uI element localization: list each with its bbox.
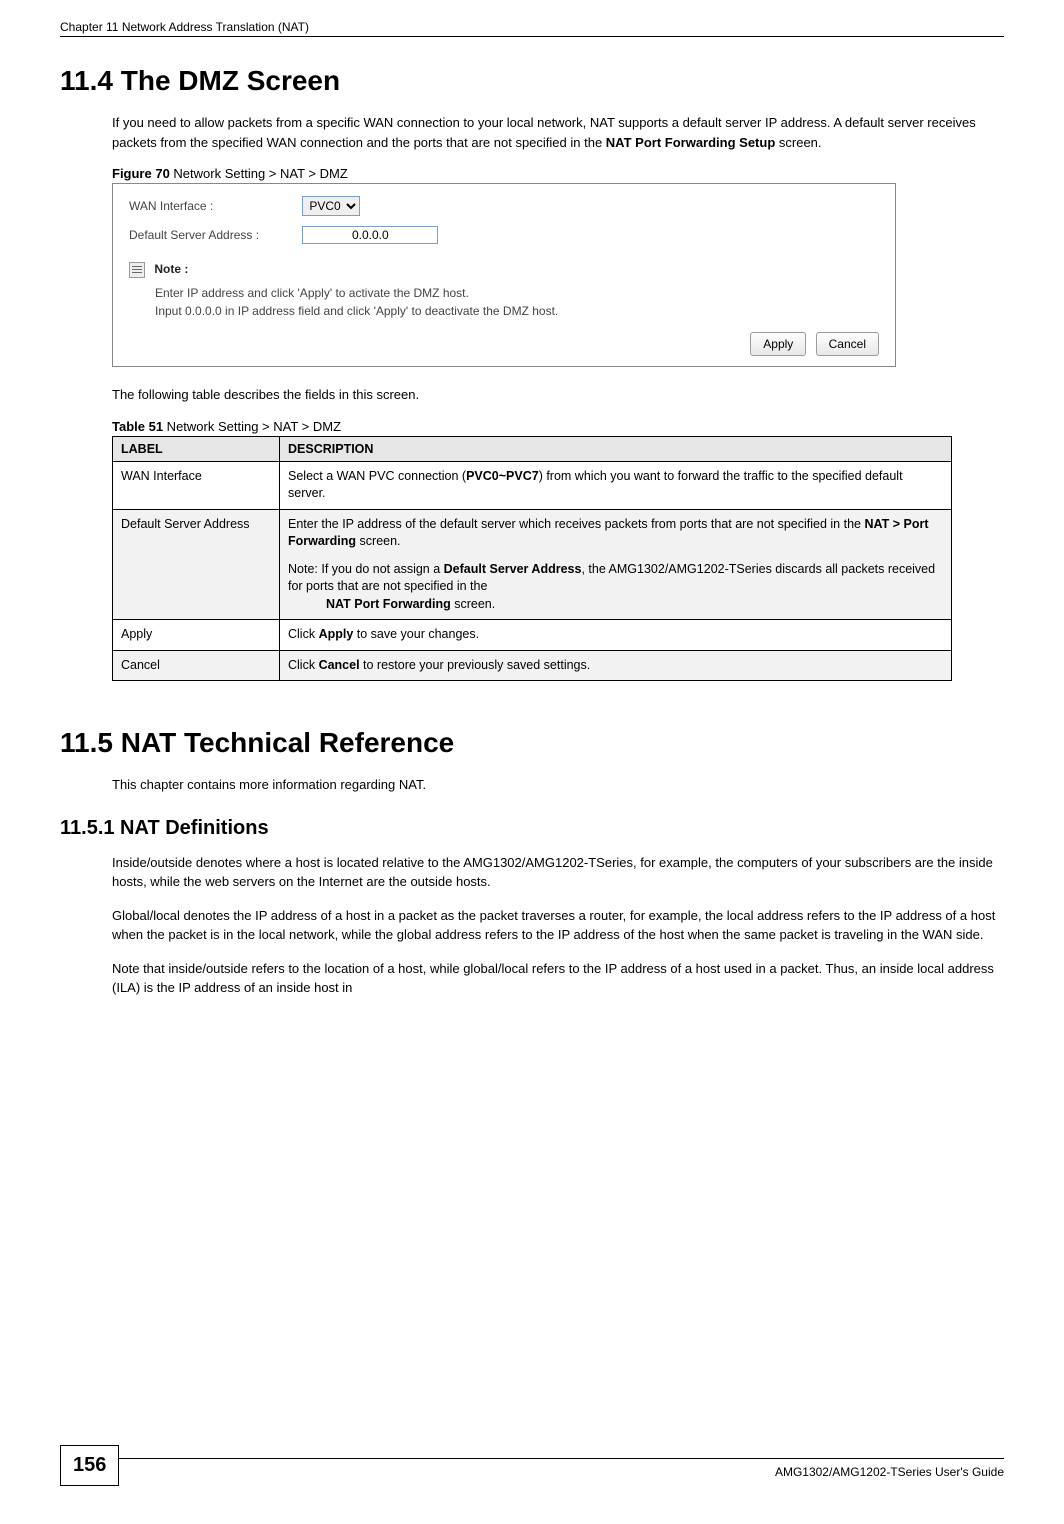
intro-text-bold: NAT Port Forwarding Setup [606,135,775,150]
desc-after: to save your changes. [353,627,479,641]
wan-interface-label: WAN Interface : [129,199,299,213]
footer-guide-title: AMG1302/AMG1202-TSeries User's Guide [775,1463,1004,1479]
th-description: DESCRIPTION [280,436,952,461]
wan-interface-select[interactable]: PVC0 [302,196,360,216]
table-caption-text: Network Setting > NAT > DMZ [163,419,341,434]
cell-label: Apply [113,620,280,651]
default-server-row: Default Server Address : [129,226,879,244]
figure-70-caption: Figure 70 Network Setting > NAT > DMZ [112,166,1004,181]
note-title: Note : [154,262,188,276]
table-row: Apply Click Apply to save your changes. [113,620,952,651]
note-bold1: Default Server Address [444,562,582,576]
note-icon [129,262,145,278]
cancel-button[interactable]: Cancel [816,332,879,356]
cell-note: Note: If you do not assign a Default Ser… [288,561,943,614]
table-row: WAN Interface Select a WAN PVC connectio… [113,461,952,509]
cell-description: Click Apply to save your changes. [280,620,952,651]
table-51-caption: Table 51 Network Setting > NAT > DMZ [112,419,1004,434]
desc-before: Click [288,658,319,672]
table-51: LABEL DESCRIPTION WAN Interface Select a… [112,436,952,682]
section-heading-115: 11.5 NAT Technical Reference [60,727,1004,759]
cell-label: WAN Interface [113,461,280,509]
note-line-1: Enter IP address and click 'Apply' to ac… [155,284,879,302]
note-header: Note : [129,262,879,278]
desc-before: Select a WAN PVC connection ( [288,469,466,483]
default-server-input[interactable] [302,226,438,244]
chapter-title: Chapter 11 Network Address Translation (… [60,20,309,34]
th-label: LABEL [113,436,280,461]
table-row: Cancel Click Cancel to restore your prev… [113,650,952,681]
figure-caption-text: Network Setting > NAT > DMZ [170,166,348,181]
section-114-intro: If you need to allow packets from a spec… [112,113,1004,152]
apply-button[interactable]: Apply [750,332,806,356]
desc-mid: screen. [356,534,400,548]
cell-label: Cancel [113,650,280,681]
note-body: Enter IP address and click 'Apply' to ac… [155,284,879,320]
desc-before: Click [288,627,319,641]
page-number: 156 [60,1445,119,1486]
desc-bold: Apply [319,627,354,641]
section-1151-p3: Note that inside/outside refers to the l… [112,959,1004,998]
cell-label: Default Server Address [113,509,280,620]
section-115-intro: This chapter contains more information r… [112,775,1004,795]
intro-text-before: If you need to allow packets from a spec… [112,115,976,150]
desc-bold: Cancel [319,658,360,672]
intro-text-after: screen. [775,135,821,150]
cell-description: Enter the IP address of the default serv… [280,509,952,620]
between-text: The following table describes the fields… [112,385,1004,405]
note-bold2: NAT Port Forwarding [326,597,451,611]
section-heading-114: 11.4 The DMZ Screen [60,65,1004,97]
note-end: screen. [451,597,495,611]
note-line-2: Input 0.0.0.0 in IP address field and cl… [155,302,879,320]
note-prefix: Note: If you do not assign a [288,562,444,576]
desc-bold: PVC0~PVC7 [466,469,539,483]
default-server-label: Default Server Address : [129,228,299,242]
cell-description: Select a WAN PVC connection (PVC0~PVC7) … [280,461,952,509]
table-header-row: LABEL DESCRIPTION [113,436,952,461]
page-footer: 156 AMG1302/AMG1202-TSeries User's Guide [60,1458,1004,1504]
button-row: Apply Cancel [129,332,879,356]
table-label: Table 51 [112,419,163,434]
table-row: Default Server Address Enter the IP addr… [113,509,952,620]
subsection-heading-1151: 11.5.1 NAT Definitions [60,817,1004,840]
wan-interface-row: WAN Interface : PVC0 [129,196,879,216]
figure-label: Figure 70 [112,166,170,181]
section-1151-p2: Global/local denotes the IP address of a… [112,906,1004,945]
section-1151-p1: Inside/outside denotes where a host is l… [112,853,1004,892]
cell-description: Click Cancel to restore your previously … [280,650,952,681]
dmz-screenshot: WAN Interface : PVC0 Default Server Addr… [112,183,896,367]
desc-after: to restore your previously saved setting… [360,658,591,672]
desc-before: Enter the IP address of the default serv… [288,517,864,531]
cell-note-continued: NAT Port Forwarding screen. [288,596,943,614]
page-header: Chapter 11 Network Address Translation (… [60,20,1004,37]
